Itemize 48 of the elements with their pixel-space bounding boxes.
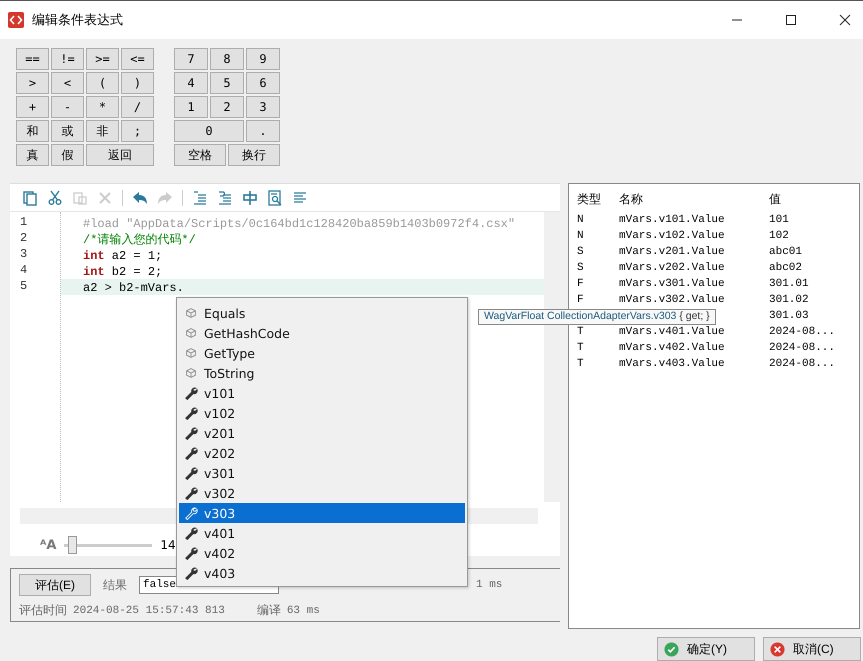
table-cell: S (577, 246, 584, 258)
font-size-label: ᴬA (40, 538, 56, 552)
eval-time-value: 2024-08-25 15:57:43 813 (73, 604, 225, 616)
table-cell: F (577, 278, 584, 290)
table-cell: mVars.v301.Value (619, 278, 725, 290)
code-line: #load "AppData/Scripts/0c164bd1c128420ba859b1403b0972f4.csx" (83, 217, 516, 231)
table-cell: F (577, 294, 584, 306)
result-label: 结果 (103, 576, 127, 594)
line-number: 5 (20, 279, 28, 295)
table-cell: 2024-08... (769, 358, 836, 370)
code-line: /*请输入您的代码*/ (83, 233, 196, 247)
table-cell: mVars.v101.Value (619, 214, 725, 226)
table-cell: N (577, 214, 584, 226)
table-cell: T (577, 326, 584, 338)
table-cell: T (577, 358, 584, 370)
table-cell: abc01 (769, 246, 802, 258)
table-cell: 2024-08... (769, 326, 836, 338)
compile-label: 编译 (256, 602, 281, 619)
table-cell: 301.02 (769, 294, 809, 306)
table-cell: 301.01 (769, 278, 809, 290)
table-cell: mVars.v401.Value (619, 326, 725, 338)
window-title: 编辑条件表达式 (32, 12, 123, 29)
line-number: 4 (20, 263, 28, 279)
duration-text: 1 ms (476, 579, 502, 591)
table-cell: mVars.v402.Value (619, 342, 725, 354)
table-cell: mVars.v202.Value (619, 262, 725, 274)
table-cell: mVars.v201.Value (619, 246, 725, 258)
table-cell: mVars.v102.Value (619, 230, 725, 242)
table-cell: mVars.v302.Value (619, 294, 725, 306)
compile-time-value: 63 ms (286, 604, 320, 616)
table-cell: N (577, 230, 584, 242)
type-tooltip: WagVarFloat CollectionAdapterVars.v303 { get; } (478, 309, 716, 325)
code-line: int a2 = 1; (83, 249, 162, 263)
table-cell: 301.03 (769, 310, 809, 322)
line-number: 1 (20, 215, 28, 231)
eval-time-label: 评估时间 (19, 602, 67, 619)
line-number: 2 (20, 231, 28, 247)
table-cell: 2024-08... (769, 342, 836, 354)
line-number: 3 (20, 247, 28, 263)
table-cell: abc02 (769, 262, 802, 274)
table-cell: 101 (769, 214, 789, 226)
code-line: a2 > b2-mVars. (83, 281, 184, 295)
font-size-value: 14 (160, 538, 176, 552)
table-cell: S (577, 262, 584, 274)
code-line: int b2 = 2; (83, 265, 162, 279)
table-cell: T (577, 342, 584, 354)
table-cell: 102 (769, 230, 789, 242)
table-cell: mVars.v403.Value (619, 358, 725, 370)
